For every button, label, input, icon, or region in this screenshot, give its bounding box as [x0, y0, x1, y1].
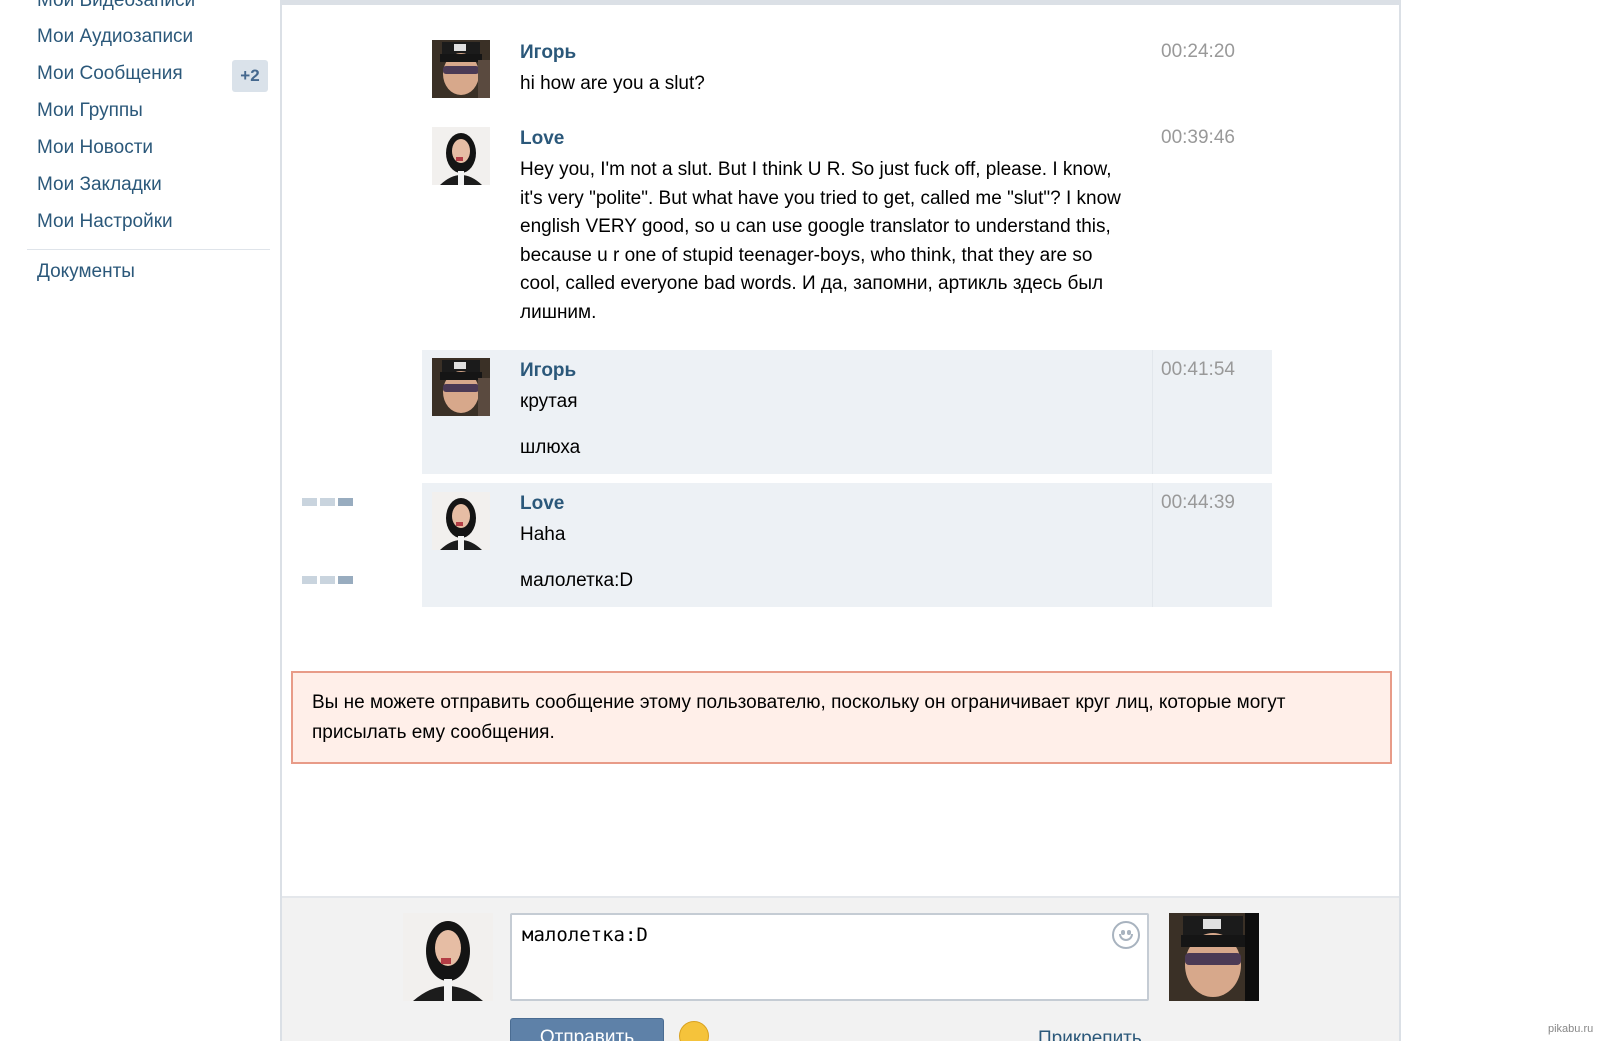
sidebar-item-videos[interactable]: Мои Видеозаписи: [37, 0, 195, 12]
message-text: крутая: [520, 391, 578, 412]
message-author[interactable]: Игорь: [520, 360, 576, 382]
message-text-followup: шлюха: [520, 437, 581, 458]
avatar-love[interactable]: [432, 492, 490, 550]
avatar-love[interactable]: [432, 127, 490, 185]
message-item: Love 00:39:46 Hey you, I'm not a slut. B…: [422, 118, 1272, 333]
messages-count-badge[interactable]: +2: [232, 60, 268, 92]
message-time[interactable]: 00:39:46: [1161, 127, 1235, 149]
unread-indicator: [302, 498, 354, 506]
message-text: Haha: [520, 524, 566, 545]
error-notice: Вы не можете отправить сообщение этому п…: [291, 671, 1392, 764]
message-author[interactable]: Игорь: [520, 42, 576, 64]
message-item: Игорь 00:24:20 hi how are you a slut?: [422, 32, 1272, 112]
time-column-divider: [1152, 483, 1153, 607]
message-text-line: лишним.: [520, 301, 597, 323]
recipient-avatar[interactable]: [1169, 913, 1259, 1001]
error-message: Вы не можете отправить сообщение этому п…: [312, 692, 1286, 743]
message-text-followup: малолетка:D: [520, 570, 634, 591]
panel-top-border: [280, 0, 1401, 5]
message-item-unread: Игорь 00:41:54 крутая шлюха: [422, 350, 1272, 474]
emoji-picker-icon[interactable]: [1112, 921, 1140, 949]
unread-indicator: [302, 576, 354, 584]
sidebar-divider: [27, 249, 270, 250]
time-column-divider: [1152, 350, 1153, 474]
sidebar-item-bookmarks[interactable]: Мои Закладки: [37, 174, 162, 196]
message-item-unread: Love 00:44:39 Haha малолетка:D: [422, 483, 1272, 607]
sidebar-item-groups[interactable]: Мои Группы: [37, 100, 143, 122]
sidebar-item-settings[interactable]: Мои Настройки: [37, 211, 173, 233]
message-time[interactable]: 00:41:54: [1161, 359, 1235, 381]
message-author[interactable]: Love: [520, 128, 564, 150]
message-author[interactable]: Love: [520, 493, 564, 515]
message-text-line: english VERY good, so u can use google t…: [520, 216, 1111, 237]
message-text-line: cool, called everyone bad words. И да, з…: [520, 273, 1104, 294]
sidebar-item-messages[interactable]: Мои Сообщения: [37, 63, 183, 85]
message-time[interactable]: 00:44:39: [1161, 492, 1235, 514]
avatar-igor[interactable]: [432, 40, 490, 98]
sidebar-item-audio[interactable]: Мои Аудиозаписи: [37, 26, 193, 48]
message-input[interactable]: [510, 913, 1149, 1001]
message-text-line: Hey you, I'm not a slut. But I think U R…: [520, 159, 1112, 180]
left-sidebar: Мои Видеозаписи Мои Аудиозаписи Мои Сооб…: [0, 0, 280, 1041]
send-button[interactable]: Отправить: [510, 1018, 664, 1041]
attach-link[interactable]: Прикрепить: [1038, 1028, 1142, 1041]
sidebar-item-documents[interactable]: Документы: [37, 261, 135, 283]
avatar-igor[interactable]: [432, 358, 490, 416]
message-text: hi how are you a slut?: [520, 73, 705, 94]
watermark: pikabu.ru: [1548, 1023, 1594, 1035]
message-text-line: because u r one of stupid teenager-boys,…: [520, 244, 1093, 266]
own-avatar[interactable]: [403, 913, 493, 1001]
message-time[interactable]: 00:24:20: [1161, 41, 1235, 63]
sidebar-item-news[interactable]: Мои Новости: [37, 137, 153, 159]
message-text-line: it's very "polite". But what have you tr…: [520, 187, 1121, 209]
